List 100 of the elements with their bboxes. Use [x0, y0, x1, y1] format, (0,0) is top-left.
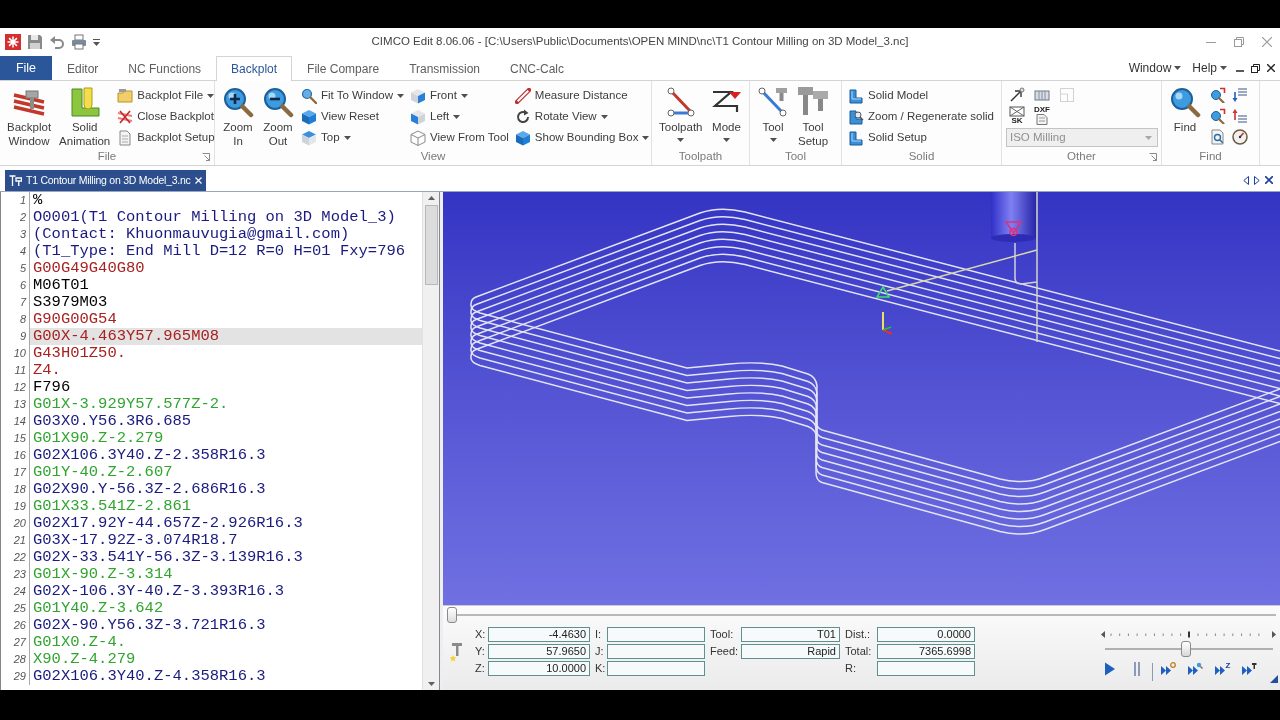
scroll-down-icon[interactable] — [427, 682, 435, 686]
zoom-out-button[interactable]: Zoom Out — [259, 85, 297, 149]
view-reset-button[interactable]: View Reset — [299, 106, 406, 127]
folder-icon — [117, 87, 134, 104]
caret-icon — [460, 93, 468, 98]
left-view-button[interactable]: Left — [408, 106, 511, 127]
tool-setup-button[interactable]: Tool Setup — [794, 85, 832, 149]
code-line: G01X-3.929Y57.577Z-2. — [32, 396, 230, 413]
backplot-window-button[interactable]: Backplot Window — [4, 85, 55, 149]
line-number: 20 — [1, 515, 30, 532]
code-line: G02X-90.Y56.3Z-3.721R16.3 — [32, 617, 267, 634]
restore-icon[interactable] — [1251, 63, 1260, 73]
scroll-left-icon[interactable] — [1243, 176, 1249, 185]
ribbon-tab[interactable]: File Compare — [292, 56, 395, 81]
file-menu-button[interactable]: File — [0, 56, 52, 80]
scrollbar-thumb[interactable] — [424, 205, 438, 285]
backplot-setup-button[interactable]: Backplot Setup — [115, 127, 217, 148]
caret-icon — [453, 114, 461, 119]
dialog-launcher-icon[interactable] — [202, 152, 210, 161]
page-search-icon — [1210, 129, 1226, 145]
dropdown-icon[interactable] — [93, 38, 100, 46]
code-line: (T1_Type: End Mill D=12 R=0 H=01 Fxy=796 — [32, 243, 407, 260]
step-button[interactable]: Z — [1210, 662, 1234, 682]
page-icon — [1034, 113, 1050, 125]
tool-button[interactable]: Tool — [754, 85, 792, 149]
ribbon-tab[interactable]: CNC-Calc — [495, 56, 580, 81]
window-title: CIMCO Edit 8.06.06 - [C:\Users\Public\Documents\OPEN MIND\nc\T1 Contour Milling on 3D Model_3.nc] — [370, 35, 910, 49]
print-icon[interactable] — [71, 34, 87, 50]
axis-triad-icon — [882, 311, 893, 335]
field-label: K: — [594, 661, 607, 676]
slider-thumb[interactable] — [1181, 641, 1192, 657]
document-tab[interactable]: T1 Contour Milling on 3D Model_3.nc — [5, 170, 206, 191]
measure-distance-button[interactable]: Measure Distance — [512, 85, 652, 106]
line-number: 23 — [1, 566, 30, 583]
code-line: G01Y-40.Z-2.607 — [32, 464, 174, 481]
ribbon-tab[interactable]: Editor — [52, 56, 114, 81]
undo-icon[interactable] — [49, 34, 65, 50]
line-number: 24 — [1, 583, 30, 600]
vertical-scrollbar[interactable] — [422, 192, 439, 690]
gauge-button[interactable] — [1229, 127, 1251, 147]
triangle-marker-icon — [875, 285, 891, 298]
app-logo-icon[interactable] — [5, 34, 21, 50]
field-label: Z: — [474, 661, 486, 676]
scroll-right-icon[interactable] — [1254, 176, 1260, 185]
regenerate-solid-button[interactable]: Zoom / Regenerate solid — [846, 106, 996, 127]
line-number: 19 — [1, 498, 30, 515]
line-number: 8 — [1, 311, 30, 328]
line-number: 6 — [1, 277, 30, 294]
dialog-launcher-icon[interactable] — [1149, 152, 1157, 161]
gauge-icon — [1232, 129, 1248, 145]
field-label: X: — [474, 627, 487, 642]
document-icon — [117, 129, 134, 146]
solid-model-button[interactable]: Solid Model — [846, 85, 996, 106]
code-line: Z4. — [32, 362, 62, 379]
ribbon-tab[interactable]: Backplot — [216, 56, 293, 81]
readout-field: T01 — [741, 627, 840, 642]
solid-animation-button[interactable]: Solid Animation — [56, 85, 114, 149]
resize-grip-icon — [1270, 675, 1278, 683]
slider-thumb[interactable] — [447, 607, 457, 623]
group-label: Solid — [908, 149, 935, 164]
ribbon-tab[interactable]: Transmission — [394, 56, 496, 81]
fit-to-window-button[interactable]: Fit To Window — [299, 85, 406, 106]
view-from-tool-button[interactable]: View From Tool — [408, 127, 511, 148]
close-backplot-button[interactable]: Close Backplot — [115, 106, 217, 127]
bounding-box-button[interactable]: Show Bounding Box — [512, 127, 652, 148]
field-label: Dist.: — [844, 627, 872, 642]
solid-search-icon — [848, 108, 864, 125]
find-button[interactable]: Find — [1166, 85, 1204, 149]
menu-button[interactable]: Help — [1190, 60, 1229, 76]
save-icon[interactable] — [27, 34, 43, 50]
list-arrow-icon — [1232, 108, 1248, 124]
backplot-file-button[interactable]: Backplot File — [115, 85, 217, 106]
solid-setup-button[interactable]: Solid Setup — [846, 127, 996, 148]
scroll-up-icon[interactable] — [427, 196, 435, 200]
zoom-in-button[interactable]: Zoom In — [219, 85, 257, 149]
dxf-button[interactable]: DXF — [1031, 105, 1053, 125]
caret-icon — [1220, 66, 1227, 70]
toolpath-button[interactable]: Toolpath — [656, 85, 706, 149]
list-arrow-icon — [1232, 87, 1248, 103]
mode-button[interactable]: Mode — [707, 85, 746, 149]
code-line: (Contact: Khuonmauvugia@gmail.com) — [32, 226, 351, 243]
line-number: 16 — [1, 447, 30, 464]
menu-button[interactable]: Window — [1126, 60, 1184, 76]
code-line: G00G49G40G80 — [32, 260, 146, 277]
crossed-stripes-icon — [117, 108, 134, 125]
wireframe-cube-icon — [410, 129, 426, 146]
line-number: 22 — [1, 549, 30, 566]
field-label: Tool: — [709, 627, 735, 642]
close-icon[interactable] — [1267, 64, 1275, 72]
cube-icon — [301, 129, 317, 146]
backplot-viewport[interactable] — [443, 192, 1280, 605]
line-number: 12 — [1, 379, 30, 396]
ribbon-tab[interactable]: NC Functions — [113, 56, 217, 81]
rotate-view-button[interactable]: Rotate View — [512, 106, 652, 127]
sk-button[interactable]: SK — [1006, 105, 1028, 125]
line-number: 29 — [1, 668, 30, 685]
front-view-button[interactable]: Front — [408, 85, 511, 106]
top-view-button[interactable]: Top — [299, 127, 406, 148]
close-icon[interactable] — [1265, 176, 1273, 184]
code-line: G01X90.Z-2.279 — [32, 430, 165, 447]
